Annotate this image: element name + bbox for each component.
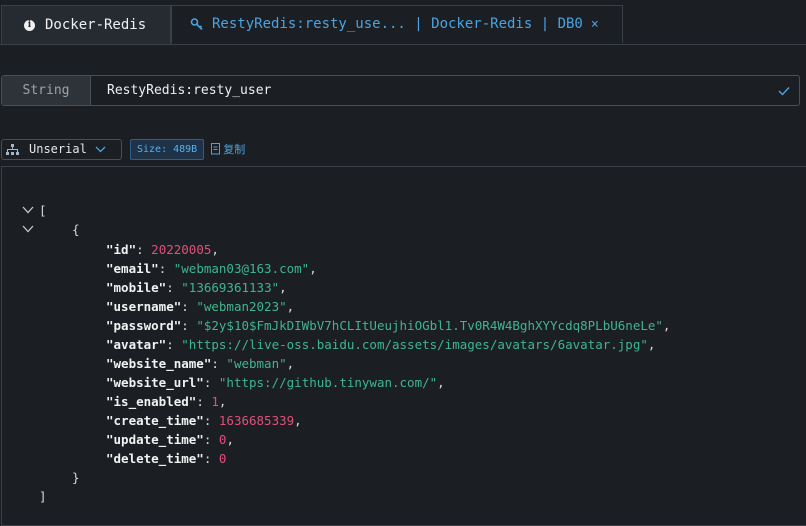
json-comma: , [286,356,295,371]
json-comma: , [437,375,445,390]
json-value: "13669361133" [181,280,280,295]
json-key: "website_url" [106,375,204,390]
copy-icon [211,143,221,155]
json-line: "website_url": "https://github.tinywan.c… [106,373,445,392]
json-value: "https://github.tinywan.com/" [218,375,438,390]
tab-connection[interactable]: i Docker-Redis [1,5,171,44]
close-icon[interactable]: × [591,17,599,32]
json-value: "webman03@163.com" [173,261,310,276]
json-comma: , [279,280,287,295]
json-colon: : [166,280,182,295]
json-key: "update_time" [106,432,204,447]
json-value: "webman2023" [196,299,287,314]
json-colon: : [158,261,174,276]
json-colon: : [203,451,219,466]
json-value: 1 [211,394,219,409]
json-close-brace: } [72,470,80,485]
json-colon: : [211,356,227,371]
fold-chevron-icon[interactable] [22,206,34,214]
fold-chevron-icon[interactable] [22,225,34,233]
json-colon: : [166,337,182,352]
tab-bar: i Docker-Redis RestyRedis:resty_use... |… [0,0,806,46]
json-value: "$2y$10$FmJkDIWbV7hCLItUeujhiOGbl1.Tv0R4… [196,318,663,333]
json-key: "delete_time" [106,451,204,466]
json-open-brace: { [72,222,80,237]
chevron-down-icon [95,146,106,153]
json-key: "username" [106,299,182,314]
json-line: "website_name": "webman", [106,354,294,373]
json-key: "email" [106,261,159,276]
key-type-label: String [2,76,91,105]
json-comma: , [309,261,317,276]
json-value: "webman" [226,356,287,371]
json-comma: , [647,337,656,352]
json-line: "delete_time": 0 [106,449,226,468]
json-line: "username": "webman2023", [106,297,294,316]
json-colon: : [203,413,219,428]
value-editor[interactable]: [ { "id": 20220005, "email": "webman03@16… [1,166,806,526]
key-icon [190,17,204,31]
json-close-bracket: ] [39,489,47,504]
json-comma: , [662,318,671,333]
copy-label: 复制 [223,143,246,156]
json-key: "id" [106,242,137,257]
key-row: String RestyRedis:resty_user [1,75,800,106]
json-key: "is_enabled" [106,394,197,409]
json-comma: , [226,432,234,447]
json-line: "is_enabled": 1, [106,392,226,411]
info-icon: i [24,19,35,31]
json-colon: : [181,299,197,314]
json-open-bracket: [ [39,203,47,218]
json-colon: : [203,432,219,447]
tab-label: RestyRedis:resty_use... | Docker-Redis |… [212,16,583,32]
json-key: "website_name" [106,356,212,371]
tab-divider [0,44,806,45]
json-colon: : [196,394,212,409]
json-key: "password" [106,318,182,333]
json-line: "update_time": 0, [106,430,234,449]
json-key: "create_time" [106,413,204,428]
tab-key[interactable]: RestyRedis:resty_use... | Docker-Redis |… [171,5,623,44]
json-value: 20220005 [151,242,212,257]
json-comma: , [211,242,219,257]
json-key: "mobile" [106,280,167,295]
size-badge: Size: 489B [130,138,205,160]
tree-icon [6,143,19,155]
format-select-value: Unserial· [29,142,89,156]
json-value: 1636685339 [218,413,295,428]
check-icon[interactable] [769,76,799,105]
json-line: "email": "webman03@163.com", [106,259,317,278]
json-value: "https://live-oss.baidu.com/assets/image… [181,337,648,352]
tab-label: Docker-Redis [45,17,147,33]
json-line: "create_time": 1636685339, [106,411,302,430]
json-value: 0 [218,451,227,466]
json-comma: , [286,299,295,314]
key-name-input[interactable]: RestyRedis:resty_user [91,76,769,105]
json-line: "password": "$2y$10$FmJkDIWbV7hCLItUeujh… [106,316,670,335]
json-colon: : [203,375,219,390]
json-comma: , [218,394,227,409]
format-select[interactable]: Unserial· [1,138,122,160]
json-key: "avatar" [106,337,167,352]
json-comma: , [294,413,302,428]
json-line: "avatar": "https://live-oss.baidu.com/as… [106,335,655,354]
json-line: "mobile": "13669361133", [106,278,287,297]
json-colon: : [136,242,152,257]
json-line: "id": 20220005, [106,240,219,259]
json-colon: : [181,318,197,333]
copy-button[interactable]: 复制 [211,141,245,157]
value-toolbar: Unserial· Size: 489B 复制 [1,138,245,160]
